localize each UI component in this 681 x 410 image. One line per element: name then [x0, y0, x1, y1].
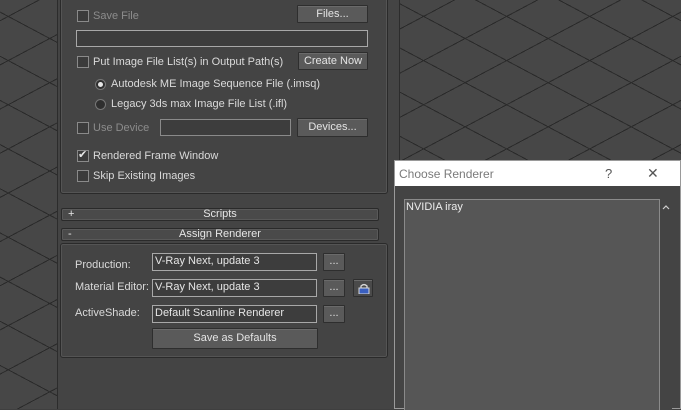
- skip-existing-checkbox[interactable]: [77, 170, 89, 182]
- rendered-frame-window-checkbox[interactable]: [77, 148, 89, 162]
- device-field[interactable]: [160, 119, 291, 136]
- scripts-rollout-label: Scripts: [203, 208, 237, 220]
- devices-button[interactable]: Devices...: [297, 118, 368, 137]
- choose-renderer-dialog: Choose Renderer ? ✕ NVIDIA iray: [394, 160, 681, 410]
- put-image-list-label: Put Image File List(s) in Output Path(s): [93, 56, 284, 68]
- activeshade-renderer-field: Default Scanline Renderer: [152, 305, 317, 323]
- assign-renderer-rollout-label: Assign Renderer: [179, 228, 261, 240]
- imsq-radio[interactable]: [95, 79, 106, 90]
- dialog-title: Choose Renderer: [399, 167, 494, 181]
- expand-icon: +: [68, 208, 75, 220]
- use-device-label: Use Device: [93, 122, 150, 134]
- output-path-field[interactable]: [76, 30, 368, 47]
- activeshade-label: ActiveShade:: [75, 307, 140, 319]
- create-now-button[interactable]: Create Now: [298, 52, 368, 70]
- put-image-list-checkbox[interactable]: [77, 56, 89, 68]
- production-browse-button[interactable]: ...: [323, 253, 345, 271]
- save-file-label: Save File: [93, 10, 139, 22]
- renderer-list[interactable]: NVIDIA iray: [404, 199, 660, 410]
- material-editor-browse-button[interactable]: ...: [323, 279, 345, 297]
- material-editor-renderer-field: V-Ray Next, update 3: [152, 279, 317, 297]
- material-editor-label: Material Editor:: [75, 281, 149, 293]
- list-item[interactable]: NVIDIA iray: [406, 201, 463, 213]
- renderer-list-scrollbar[interactable]: [660, 199, 672, 410]
- ifl-radio-label: Legacy 3ds max Image File List (.ifl): [111, 98, 288, 110]
- lock-icon: [358, 283, 370, 297]
- use-device-checkbox[interactable]: [77, 122, 89, 134]
- rendered-frame-window-label: Rendered Frame Window: [93, 150, 219, 162]
- chevron-up-icon[interactable]: [662, 201, 670, 213]
- save-as-defaults-button[interactable]: Save as Defaults: [152, 328, 318, 349]
- files-button[interactable]: Files...: [297, 5, 368, 23]
- lock-button[interactable]: [353, 279, 373, 297]
- collapse-icon: -: [68, 228, 72, 240]
- imsq-radio-label: Autodesk ME Image Sequence File (.imsq): [111, 78, 321, 90]
- activeshade-browse-button[interactable]: ...: [323, 305, 345, 323]
- production-renderer-field: V-Ray Next, update 3: [152, 253, 317, 271]
- production-label: Production:: [75, 259, 131, 271]
- help-icon[interactable]: ?: [605, 166, 612, 181]
- assign-renderer-rollout[interactable]: - Assign Renderer: [61, 228, 379, 241]
- skip-existing-label: Skip Existing Images: [93, 170, 196, 182]
- ifl-radio[interactable]: [95, 99, 106, 110]
- save-file-checkbox[interactable]: [77, 10, 89, 22]
- scripts-rollout[interactable]: + Scripts: [61, 208, 379, 221]
- close-icon[interactable]: ✕: [647, 165, 659, 182]
- dialog-title-bar[interactable]: Choose Renderer ? ✕: [395, 161, 680, 186]
